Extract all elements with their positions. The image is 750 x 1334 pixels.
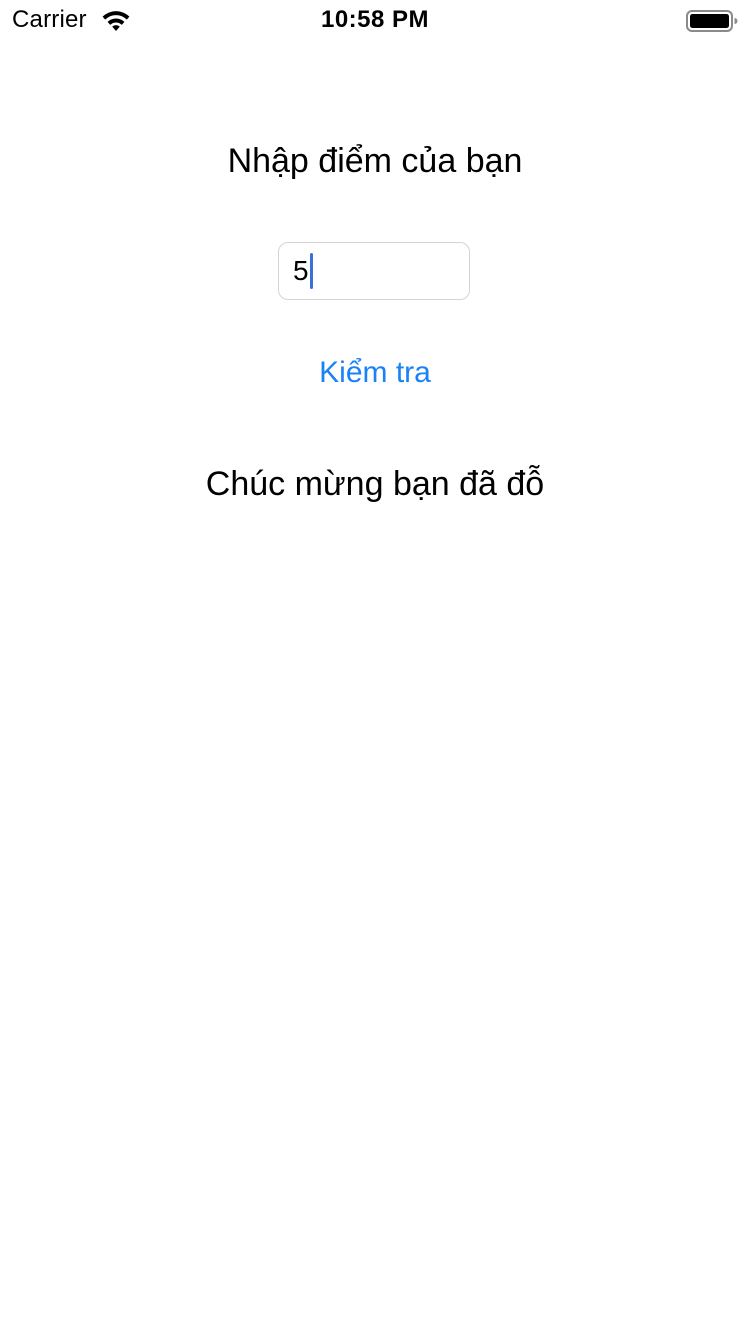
status-bar: Carrier 10:58 PM (0, 0, 750, 40)
check-button[interactable]: Kiểm tra (275, 350, 475, 396)
status-time: 10:58 PM (320, 6, 430, 33)
text-cursor (309, 253, 313, 289)
result-message: Chúc mừng bạn đã đỗ (205, 465, 545, 503)
score-input-value[interactable]: 5 (293, 254, 309, 288)
score-input[interactable]: 5 (278, 242, 470, 300)
score-prompt-label: Nhập điểm của bạn (227, 142, 523, 180)
battery-full-icon (686, 9, 738, 33)
